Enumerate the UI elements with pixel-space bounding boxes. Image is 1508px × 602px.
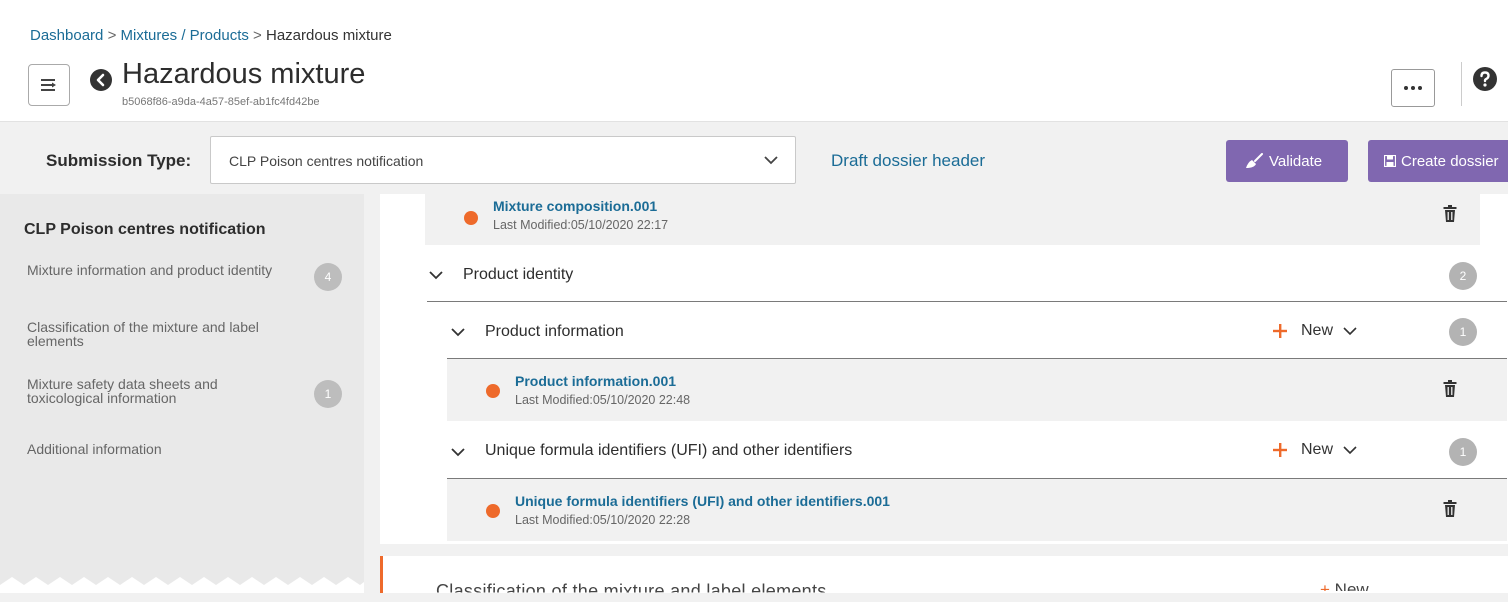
- chevron-down-icon[interactable]: [450, 445, 466, 459]
- ufi-section-label[interactable]: Unique formula identifiers (UFI) and oth…: [485, 442, 852, 460]
- sidebar-item-classification[interactable]: Classification of the mixture and label …: [27, 320, 292, 348]
- breadcrumb-separator: >: [253, 27, 262, 44]
- classification-section-panel: Classification of the mixture and label …: [380, 556, 1508, 593]
- sidebar: CLP Poison centres notification Mixture …: [0, 194, 364, 593]
- new-label: New: [1301, 322, 1334, 339]
- trash-icon[interactable]: [1443, 380, 1457, 397]
- trash-icon[interactable]: [1443, 500, 1457, 517]
- mixture-composition-link[interactable]: Mixture composition.001: [493, 198, 657, 214]
- main-panel: Mixture composition.001 Last Modified:05…: [380, 194, 1508, 544]
- sidebar-item-safety-data-sheets[interactable]: Mixture safety data sheets and toxicolog…: [27, 377, 292, 405]
- new-ufi-button[interactable]: New: [1273, 438, 1357, 462]
- page-title: Hazardous mixture: [122, 58, 366, 90]
- breadcrumb-separator: >: [107, 27, 117, 44]
- torn-edge: [0, 577, 364, 593]
- entry-last-modified: Last Modified:05/10/2020 22:48: [515, 393, 691, 407]
- section-accent-bar: [380, 556, 383, 593]
- submission-type-select[interactable]: CLP Poison centres notification: [210, 136, 796, 184]
- header-divider: [1461, 62, 1462, 106]
- chevron-down-icon: [1343, 327, 1357, 336]
- submission-type-label: Submission Type:: [46, 151, 192, 170]
- chevron-down-icon: [764, 156, 778, 165]
- sidebar-item-additional-information[interactable]: Additional information: [27, 442, 292, 456]
- more-icon: [1404, 86, 1422, 90]
- entry-last-modified: Last Modified:05/10/2020 22:17: [493, 218, 669, 232]
- more-options-button[interactable]: [1391, 69, 1435, 107]
- submission-type-value: CLP Poison centres notification: [229, 153, 424, 169]
- plus-icon: [1273, 324, 1287, 338]
- submission-toolbar: Submission Type: CLP Poison centres noti…: [0, 123, 1508, 193]
- broom-icon: [1246, 153, 1263, 168]
- create-dossier-label: Create dossier: [1401, 152, 1499, 170]
- draft-dossier-header-link[interactable]: Draft dossier header: [831, 151, 985, 171]
- breadcrumb: Dashboard > Mixtures / Products > Hazard…: [30, 27, 392, 44]
- plus-icon: [1273, 443, 1287, 457]
- entry-last-modified: Last Modified:05/10/2020 22:28: [515, 513, 691, 527]
- product-identity-count: 2: [1449, 262, 1477, 290]
- ufi-entry[interactable]: Unique formula identifiers (UFI) and oth…: [447, 479, 1507, 541]
- breadcrumb-current: Hazardous mixture: [265, 27, 392, 44]
- new-label: New: [1334, 580, 1369, 599]
- page-header: Dashboard > Mixtures / Products > Hazard…: [0, 0, 1508, 122]
- back-icon[interactable]: [90, 69, 112, 91]
- new-classification-button[interactable]: + New: [1320, 580, 1369, 599]
- breadcrumb-dashboard-link[interactable]: Dashboard: [30, 27, 103, 44]
- record-uuid: b5068f86-a9da-4a57-85ef-ab1fc4fd42be: [122, 96, 320, 108]
- product-information-label[interactable]: Product information: [485, 323, 624, 341]
- ufi-entry-link[interactable]: Unique formula identifiers (UFI) and oth…: [515, 493, 890, 509]
- sidebar-title: CLP Poison centres notification: [24, 221, 266, 238]
- mixture-composition-entry[interactable]: Mixture composition.001 Last Modified:05…: [425, 194, 1480, 245]
- new-label: New: [1301, 441, 1334, 458]
- product-information-entry-link[interactable]: Product information.001: [515, 373, 676, 389]
- sidebar-item-count: 4: [314, 263, 342, 291]
- chevron-down-icon: [1343, 446, 1357, 455]
- product-identity-label[interactable]: Product identity: [463, 266, 573, 284]
- validate-button[interactable]: Validate: [1226, 140, 1348, 182]
- classification-section-label[interactable]: Classification of the mixture and label …: [436, 581, 827, 593]
- chevron-down-icon[interactable]: [428, 268, 444, 282]
- validate-label: Validate: [1269, 152, 1323, 170]
- menu-icon: [41, 79, 56, 91]
- chevron-down-icon[interactable]: [450, 325, 466, 339]
- help-icon[interactable]: [1472, 66, 1498, 92]
- breadcrumb-mixtures-link[interactable]: Mixtures / Products: [121, 27, 249, 44]
- sidebar-item-count: 1: [314, 380, 342, 408]
- menu-toggle-button[interactable]: [28, 64, 70, 106]
- create-dossier-button[interactable]: Create dossier: [1368, 140, 1508, 182]
- ufi-count: 1: [1449, 438, 1477, 466]
- trash-icon[interactable]: [1443, 205, 1457, 222]
- status-dot: [486, 384, 500, 398]
- product-information-count: 1: [1449, 318, 1477, 346]
- save-icon: [1384, 155, 1396, 167]
- product-information-entry[interactable]: Product information.001 Last Modified:05…: [447, 359, 1507, 421]
- new-product-information-button[interactable]: New: [1273, 319, 1357, 343]
- sidebar-item-mixture-information[interactable]: Mixture information and product identity: [27, 263, 292, 277]
- status-dot: [486, 504, 500, 518]
- section-divider: [427, 301, 1507, 302]
- status-dot: [464, 211, 478, 225]
